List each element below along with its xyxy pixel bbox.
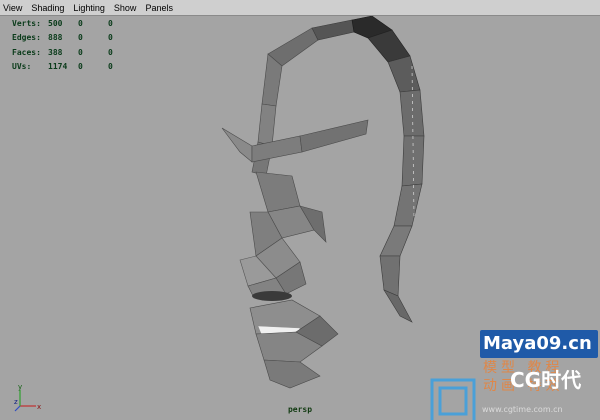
- hud-value: 388: [48, 47, 63, 57]
- hud-row-edges: Edges: 888 0 0: [12, 31, 138, 46]
- watermark-brand: Maya09.cn: [483, 333, 592, 354]
- hud-value: 0: [108, 47, 113, 57]
- menu-lighting[interactable]: Lighting: [73, 0, 105, 16]
- hud-label: UVs:: [12, 62, 32, 72]
- viewport-menubar: View Shading Lighting Show Panels: [0, 0, 600, 16]
- hud-value: 0: [108, 33, 113, 43]
- hud-label: Edges:: [12, 33, 41, 43]
- watermark-cg: CG时代: [510, 368, 582, 392]
- hud-row-faces: Faces: 388 0 0: [12, 45, 138, 60]
- hud-value: 0: [78, 47, 83, 57]
- watermark-url: www.cgtime.com.cn: [482, 405, 563, 414]
- poly-count-hud: Verts: 500 0 0 Edges: 888 0 0 Faces: 388…: [12, 16, 138, 74]
- hud-value: 500: [48, 18, 63, 28]
- hud-value: 0: [78, 33, 83, 43]
- menu-view[interactable]: View: [3, 0, 22, 16]
- menu-shading[interactable]: Shading: [31, 0, 64, 16]
- hud-row-verts: Verts: 500 0 0: [12, 16, 138, 31]
- menu-show[interactable]: Show: [114, 0, 137, 16]
- axis-y-label: y: [18, 384, 22, 391]
- hud-value: 0: [78, 62, 83, 72]
- hud-value: 0: [78, 18, 83, 28]
- hud-label: Verts:: [12, 18, 41, 28]
- hud-label: Faces:: [12, 47, 41, 57]
- hud-value: 888: [48, 33, 63, 43]
- hud-value: 0: [108, 18, 113, 28]
- hud-value: 0: [108, 62, 113, 72]
- hud-value: 1174: [48, 62, 68, 72]
- menu-panels[interactable]: Panels: [145, 0, 173, 16]
- cg-logo-icon: [430, 378, 476, 420]
- hud-row-uvs: UVs: 1174 0 0: [12, 60, 138, 75]
